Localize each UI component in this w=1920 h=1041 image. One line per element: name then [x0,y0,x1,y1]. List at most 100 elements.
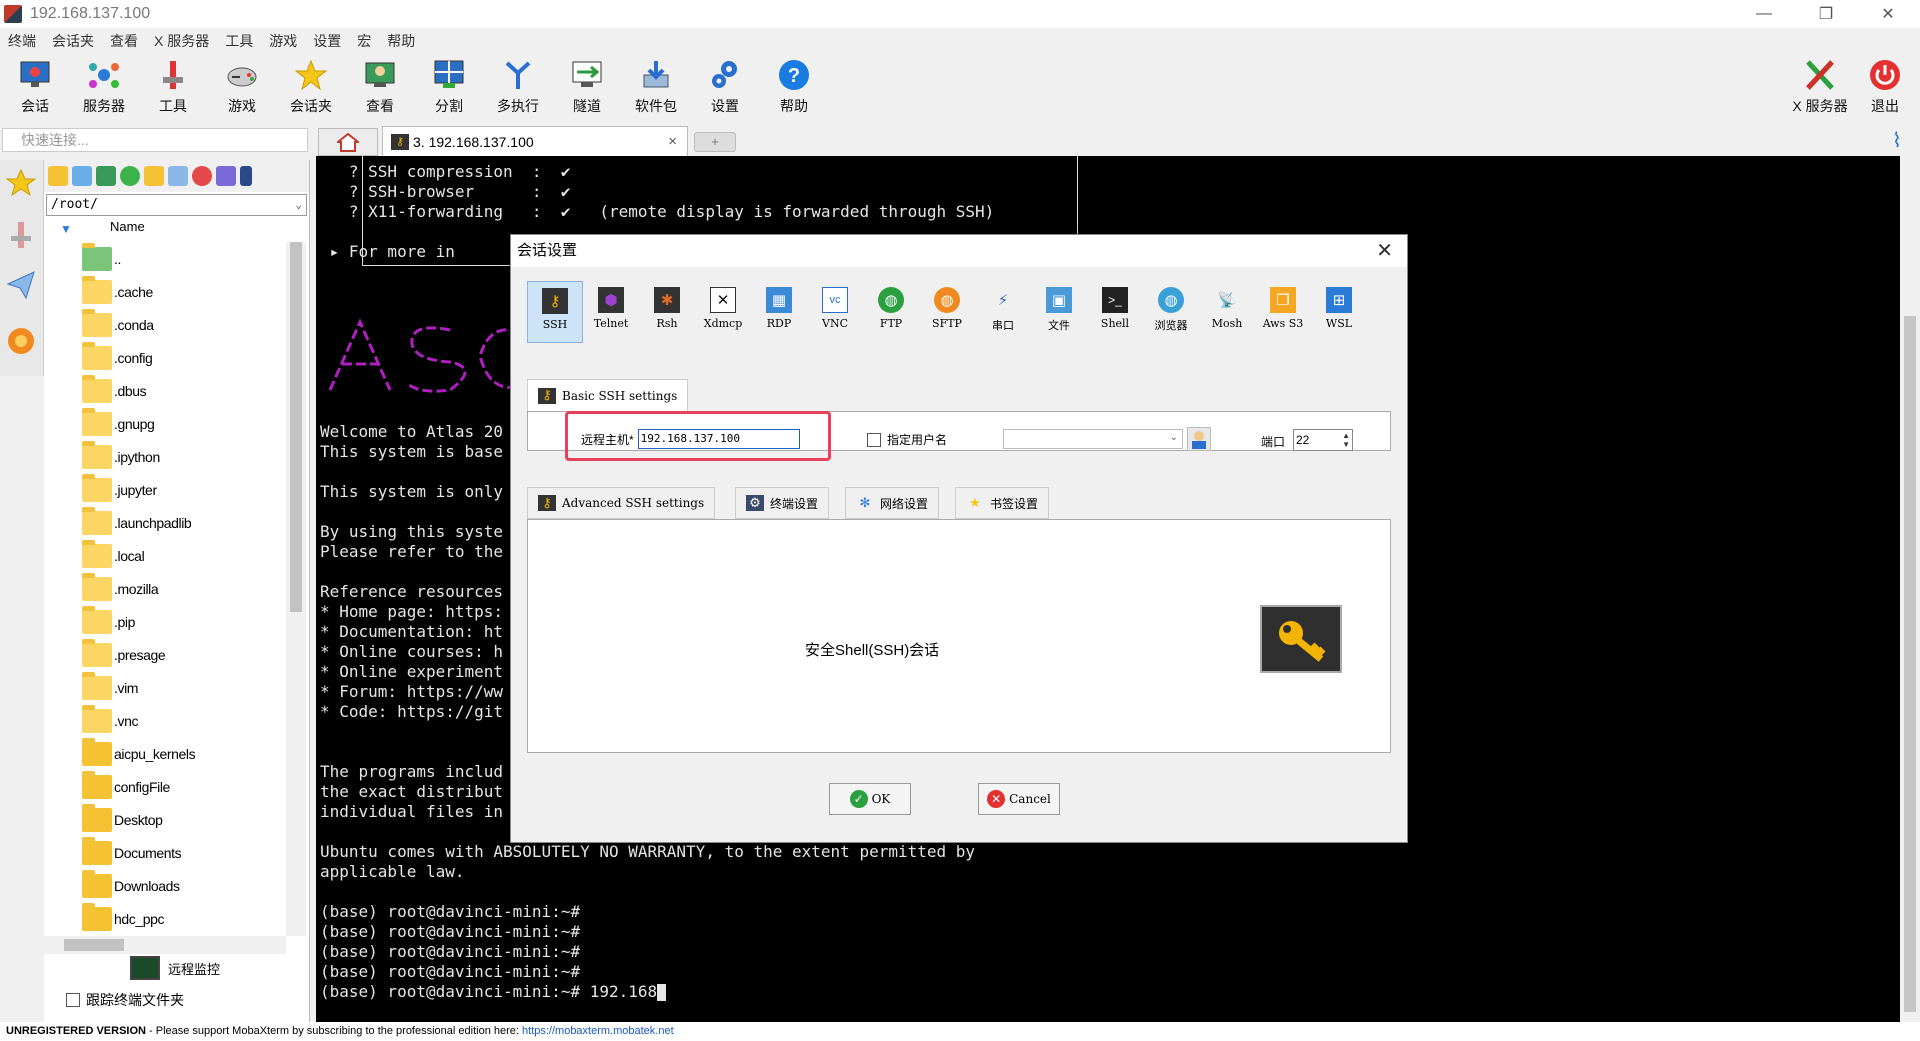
session-type-telnet[interactable]: ⬢ Telnet [583,281,639,343]
dialog-close-button[interactable]: ✕ [1376,235,1393,267]
attachment-icon[interactable]: ⌇ [1892,128,1902,153]
toolbar-games-button[interactable]: 游戏 [211,58,273,116]
list-item[interactable]: .dbus [44,374,282,407]
session-type-browser[interactable]: ◍ 浏览器 [1143,281,1199,343]
toolbar-bookmarks-button[interactable]: 会话夹 [280,58,342,116]
menu-settings[interactable]: 设置 [305,31,349,51]
toolbar-session-button[interactable]: 会话 [4,58,66,116]
port-stepper-icon[interactable]: ▲ ▼ [1342,431,1350,449]
sidebar-sftp-icon[interactable] [6,326,36,359]
sidebar-tools-icon[interactable] [6,220,36,253]
session-type-serial[interactable]: ⚡ 串口 [975,281,1031,343]
scrollbar-thumb[interactable] [290,242,302,612]
refresh-icon[interactable] [120,166,140,186]
new-folder-icon[interactable] [144,166,164,186]
list-item[interactable]: .conda [44,308,282,341]
menu-terminal[interactable]: 终端 [0,31,44,51]
list-item[interactable]: .vim [44,671,282,704]
list-item[interactable]: Desktop [44,803,282,836]
session-type-vnc[interactable]: vc VNC [807,281,863,343]
session-type-shell[interactable]: >_ Shell [1087,281,1143,343]
ok-button[interactable]: ✓ OK [829,783,911,815]
toolbar-xserver-button[interactable]: X 服务器 [1784,58,1856,116]
chevron-down-icon[interactable]: ⌄ [295,195,302,215]
list-item[interactable]: .cache [44,275,282,308]
list-item[interactable]: aicpu_kernels [44,737,282,770]
new-tab-button[interactable]: + [694,132,736,152]
tab-terminal-settings[interactable]: ⚙ 终端设置 [735,487,830,519]
parent-folder-icon[interactable] [48,166,68,186]
menu-xserver[interactable]: X 服务器 [146,31,217,51]
session-type-ssh[interactable]: ⚷ SSH [527,281,583,343]
toolbar-view-button[interactable]: 查看 [349,58,411,116]
sidebar-send-icon[interactable] [6,270,36,303]
close-window-button[interactable]: ✕ [1860,0,1916,28]
toolbar-split-button[interactable]: 分割 [418,58,480,116]
session-type-mosh[interactable]: 📡 Mosh [1199,281,1255,343]
file-list-horizontal-scrollbar[interactable] [44,936,286,954]
toolbar-servers-button[interactable]: 服务器 [73,58,135,116]
new-file-icon[interactable] [168,166,188,186]
tab-bookmark-settings[interactable]: ★ 书签设置 [955,487,1050,519]
delete-icon[interactable] [192,166,212,186]
menu-help[interactable]: 帮助 [379,31,423,51]
list-item[interactable]: .. [44,242,282,275]
list-item[interactable]: .gnupg [44,407,282,440]
remote-monitor-button[interactable]: 远程监控 [130,956,220,980]
toolbar-exit-button[interactable]: 退出 [1854,58,1916,116]
list-item[interactable]: .jupyter [44,473,282,506]
upload-icon[interactable] [96,166,116,186]
menu-sessions[interactable]: 会话夹 [44,31,102,51]
restore-button[interactable]: ❐ [1798,0,1854,28]
session-type-xdmcp[interactable]: ✕ Xdmcp [695,281,751,343]
session-type-sftp[interactable]: ◍ SFTP [919,281,975,343]
list-item[interactable]: .ipython [44,440,282,473]
session-type-rdp[interactable]: ▦ RDP [751,281,807,343]
tab-close-icon[interactable]: × [668,133,677,150]
list-item[interactable]: .mozilla [44,572,282,605]
terminal-scrollbar[interactable] [1900,156,1920,1022]
scrollbar-thumb[interactable] [64,939,124,951]
checkbox[interactable] [867,432,881,447]
rename-icon[interactable] [216,166,236,186]
list-item[interactable]: .presage [44,638,282,671]
session-type-ftp[interactable]: ◍ FTP [863,281,919,343]
file-list-vertical-scrollbar[interactable] [286,242,306,936]
scrollbar-thumb[interactable] [1904,316,1916,1012]
session-type-wsl[interactable]: ⊞ WSL [1311,281,1367,343]
toolbar-packages-button[interactable]: 软件包 [625,58,687,116]
toolbar-multiexec-button[interactable]: 多执行 [487,58,549,116]
minimize-button[interactable]: — [1736,0,1792,28]
file-list-header[interactable]: ▼ Name [44,216,309,238]
list-item[interactable]: hdc_ppc [44,902,282,935]
session-type-file[interactable]: ▣ 文件 [1031,281,1087,343]
list-item[interactable]: configFile [44,770,282,803]
checkbox[interactable] [66,993,80,1007]
toolbar-settings-button[interactable]: 设置 [694,58,756,116]
menu-macros[interactable]: 宏 [349,31,379,51]
list-item[interactable]: .local [44,539,282,572]
username-select[interactable]: ⌄ [1003,429,1183,449]
list-item[interactable]: .vnc [44,704,282,737]
toolbar-tools-button[interactable]: 工具 [142,58,204,116]
mobaxterm-link[interactable]: https://mobaxterm.mobatek.net [522,1025,674,1037]
menu-view[interactable]: 查看 [102,31,146,51]
quick-connect-input[interactable]: 快速连接... [2,128,308,152]
download-icon[interactable] [72,166,92,186]
list-item[interactable]: Downloads [44,869,282,902]
sidebar-bookmarks-star-icon[interactable] [5,168,37,201]
list-item[interactable]: Documents [44,836,282,869]
user-manager-button[interactable] [1187,427,1211,451]
list-item[interactable]: .pip [44,605,282,638]
cancel-button[interactable]: ✕ Cancel [978,783,1060,815]
path-input[interactable]: /root/⌄ [46,194,307,216]
properties-icon[interactable] [240,166,252,186]
session-type-rsh[interactable]: ✱ Rsh [639,281,695,343]
menu-games[interactable]: 游戏 [261,31,305,51]
list-item[interactable]: .config [44,341,282,374]
toolbar-help-button[interactable]: ? 帮助 [763,58,825,116]
specify-username-checkbox[interactable]: 指定用户名 [867,431,947,448]
tab-network-settings[interactable]: ✻ 网络设置 [845,487,940,519]
toolbar-tunneling-button[interactable]: 隧道 [556,58,618,116]
tab-advanced-ssh-settings[interactable]: ⚷ Advanced SSH settings [527,487,716,519]
